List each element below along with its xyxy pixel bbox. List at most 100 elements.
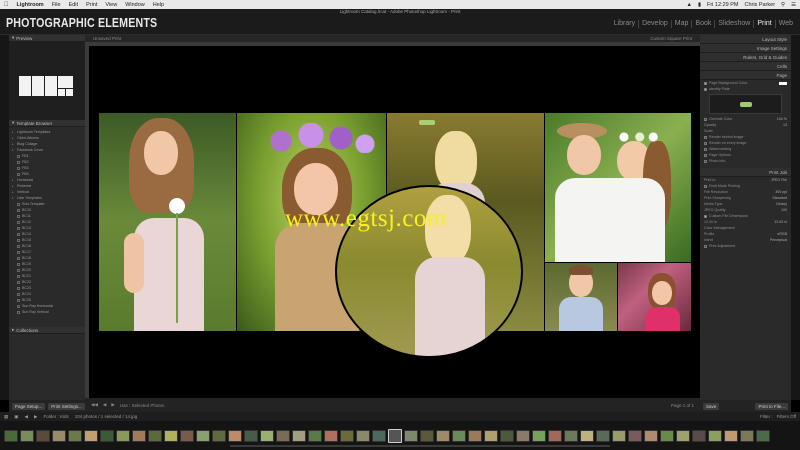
module-print[interactable]: Print [753,20,774,28]
filmstrip-thumbnail[interactable] [564,429,578,442]
preview-panel-header[interactable]: ▾ Preview [9,35,85,42]
checkbox-icon[interactable] [704,117,707,121]
photo-info-row[interactable]: Photo Info [700,158,791,164]
filmstrip-thumbnail[interactable] [116,429,130,442]
filmstrip-thumbnail[interactable] [516,429,530,442]
wifi-icon[interactable]: ▲ [687,2,692,8]
filmstrip-thumbnail[interactable] [84,429,98,442]
photo-cell-kids-hug[interactable] [545,113,691,262]
filmstrip-scrollbar[interactable] [230,445,610,447]
filmstrip-thumbnail[interactable] [180,429,194,442]
filmstrip-thumbnail[interactable] [372,429,386,442]
checkbox-icon[interactable] [704,147,707,151]
filmstrip-thumbnail[interactable] [164,429,178,442]
filmstrip-thumbnail[interactable] [308,429,322,442]
filmstrip-thumbnail[interactable] [244,429,258,442]
filmstrip-thumbnail[interactable] [260,429,274,442]
print-adjustment-row[interactable]: Print Adjustment [700,243,791,249]
menu-list-icon[interactable]: ☰ [791,2,796,8]
module-web[interactable]: Web [774,20,796,28]
filter-value[interactable]: Filters Off [777,414,796,419]
filmstrip-thumbnail[interactable] [756,429,770,442]
layout-style-header[interactable]: Layout Style [700,35,791,44]
filmstrip-thumbnail[interactable] [196,429,210,442]
print-job-header[interactable]: Print Job [700,168,791,177]
filmstrip-thumbnail[interactable] [228,429,242,442]
module-library[interactable]: Library [611,20,638,28]
filmstrip-thumbnail[interactable] [340,429,354,442]
filmstrip-thumbnail[interactable] [628,429,642,442]
filmstrip-thumbnail[interactable] [324,429,338,442]
prev-page-icon[interactable]: ◀ [103,402,106,408]
menu-help[interactable]: Help [153,2,164,8]
filmstrip-thumbnail[interactable] [612,429,626,442]
menu-app[interactable]: Lightroom [17,2,44,8]
template-item[interactable]: Sun Ray Vertical [12,309,82,315]
checkbox-icon[interactable] [704,159,707,163]
rulers-grid-header[interactable]: Rulers, Grid & Guides [700,53,791,62]
clock[interactable]: Fri 12:29 PM [707,2,738,8]
checkbox-icon[interactable] [704,81,707,85]
filmstrip-thumbnail[interactable] [356,429,370,442]
spotlight-icon[interactable]: ⚲ [781,2,785,8]
second-window-icon[interactable]: ▣ [14,414,18,420]
filmstrip-thumbnail[interactable] [468,429,482,442]
grid-view-icon[interactable]: ▦ [4,414,8,420]
menu-view[interactable]: View [105,2,117,8]
filmstrip-thumbnail[interactable] [100,429,114,442]
filmstrip-thumbnail[interactable] [68,429,82,442]
next-page-icon[interactable]: ▶ [111,402,114,408]
filmstrip-thumbnail[interactable] [500,429,514,442]
folder-source[interactable]: Folder : Kids [43,414,68,419]
filmstrip-thumbnail[interactable] [20,429,34,442]
filmstrip-thumbnail[interactable] [420,429,434,442]
filmstrip-thumbnail[interactable] [548,429,562,442]
filmstrip-thumbnail[interactable] [596,429,610,442]
page-setup-button[interactable]: Page Setup... [12,402,46,410]
identity-plate-overlay[interactable] [419,120,435,125]
photo-count[interactable]: 104 photos / 1 selected / 14.jpg [75,414,138,419]
filmstrip-thumbnail[interactable] [388,428,402,443]
image-settings-header[interactable]: Image Settings [700,44,791,53]
identity-plate-row[interactable]: Identity Plate [700,86,791,92]
checkbox-icon[interactable] [704,184,707,188]
checkbox-icon[interactable] [704,214,707,218]
filmstrip-thumbnail[interactable] [276,429,290,442]
filmstrip-thumbnail[interactable] [148,429,162,442]
page-header[interactable]: Page [700,71,791,80]
filmstrip-thumbnail[interactable] [740,429,754,442]
module-book[interactable]: Book [691,20,714,28]
menu-edit[interactable]: Edit [69,2,78,8]
back-icon[interactable]: ◀ [25,414,28,420]
menu-window[interactable]: Window [125,2,145,8]
collections-header[interactable]: ▸ Collections [9,327,85,334]
print-to-file-button[interactable]: Print to File... [755,402,788,410]
filmstrip-thumbnail[interactable] [660,429,674,442]
module-develop[interactable]: Develop [638,20,671,28]
filmstrip-thumbnail[interactable] [692,429,706,442]
filmstrip-thumbnail[interactable] [404,429,418,442]
save-button[interactable]: Save [703,402,720,410]
filmstrip-thumbnail[interactable] [580,429,594,442]
use-selection[interactable]: Use : Selected Photos [120,403,165,408]
checkbox-icon[interactable] [704,153,707,157]
module-map[interactable]: Map [670,20,692,28]
module-slideshow[interactable]: Slideshow [714,20,753,28]
color-swatch[interactable] [779,81,787,85]
checkbox-icon[interactable] [704,87,707,91]
right-panel-toggle[interactable] [791,35,800,400]
filmstrip-thumbnail[interactable] [212,429,226,442]
filmstrip-thumbnail[interactable] [644,429,658,442]
filmstrip-thumbnail[interactable] [132,429,146,442]
filmstrip-thumbnail[interactable] [4,429,18,442]
filmstrip-thumbnail[interactable] [452,429,466,442]
checkbox-icon[interactable] [704,135,707,139]
first-page-icon[interactable]: ◀◀ [91,402,98,408]
filmstrip-thumbnail[interactable] [484,429,498,442]
apple-icon[interactable]:  [4,2,9,8]
filmstrip-thumbnail[interactable] [436,429,450,442]
filmstrip-thumbnail[interactable] [532,429,546,442]
user-name[interactable]: Chris Parker [744,2,775,8]
photo-cell-girl-flower[interactable] [99,113,236,331]
filmstrip-thumbnail[interactable] [724,429,738,442]
